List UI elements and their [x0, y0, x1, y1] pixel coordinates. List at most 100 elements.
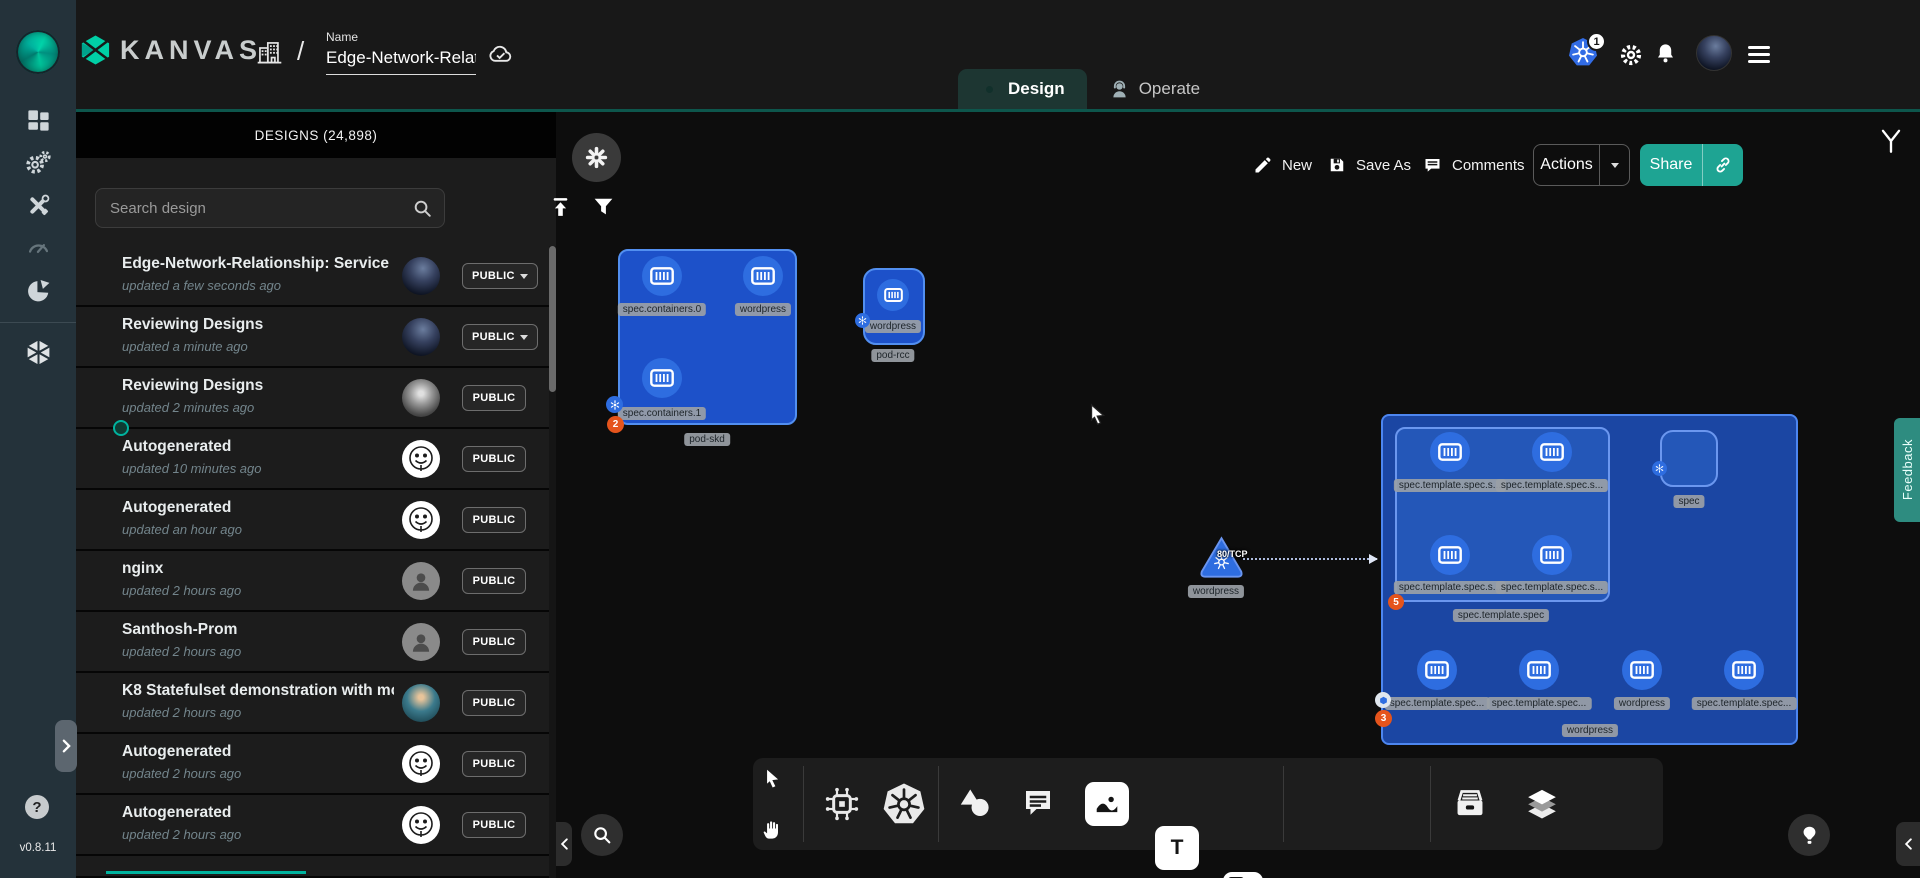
container-node[interactable]	[1430, 535, 1470, 575]
toolbox-icon	[25, 192, 52, 219]
select-tool[interactable]	[760, 766, 786, 792]
nav-dashboard[interactable]	[0, 100, 76, 140]
cloud-sync-icon[interactable]	[487, 41, 514, 65]
container-node[interactable]	[1417, 650, 1457, 690]
design-row-partial[interactable]	[76, 856, 556, 878]
save-as-button[interactable]: Save As	[1327, 145, 1411, 185]
kubernetes-context-switcher[interactable]: 1	[1568, 37, 1614, 73]
design-row[interactable]: nginx updated 2 hours ago PUBLIC	[76, 551, 556, 612]
design-row[interactable]: Reviewing Designs updated a minute ago P…	[76, 307, 556, 368]
visibility-badge[interactable]: PUBLIC	[462, 385, 526, 411]
canvas-menu-button[interactable]	[572, 133, 621, 182]
actions-dropdown-toggle[interactable]	[1599, 145, 1629, 185]
note-tool[interactable]	[1223, 872, 1263, 878]
container-node[interactable]	[1519, 650, 1559, 690]
new-button[interactable]: New	[1253, 145, 1312, 185]
notifications-bell-icon[interactable]	[1653, 41, 1678, 66]
comment-tool[interactable]	[1018, 783, 1058, 823]
container-node[interactable]	[1430, 432, 1470, 472]
design-row[interactable]: Autogenerated updated 2 hours ago PUBLIC	[76, 795, 556, 856]
tab-design[interactable]: Design	[958, 69, 1087, 109]
spec-node[interactable]	[1660, 430, 1718, 487]
design-row[interactable]: Santhosh-Prom updated 2 hours ago PUBLIC	[76, 612, 556, 673]
zoom-button[interactable]	[581, 814, 623, 856]
drawer-tool[interactable]	[1449, 783, 1491, 825]
visibility-badge[interactable]: PUBLIC	[462, 568, 526, 594]
visibility-badge[interactable]: PUBLIC	[462, 446, 526, 472]
image-tool[interactable]	[1085, 782, 1129, 826]
shapes-tool[interactable]	[955, 783, 995, 823]
chevron-down-icon	[520, 335, 528, 340]
import-design-icon[interactable]	[548, 194, 573, 221]
flower-icon	[585, 146, 608, 169]
mouse-cursor	[1086, 402, 1110, 428]
design-title: Santhosh-Prom	[122, 621, 394, 639]
flow-branch-icon[interactable]	[1876, 126, 1906, 156]
search-icon[interactable]	[411, 197, 434, 220]
container-node[interactable]	[1724, 650, 1764, 690]
feedback-tab[interactable]: Feedback	[1894, 418, 1920, 522]
extensions-pie-icon	[24, 277, 52, 305]
layers-tool[interactable]	[1521, 783, 1563, 825]
text-tool[interactable]: T	[1155, 826, 1199, 870]
kubernetes-tool[interactable]	[880, 780, 928, 828]
node-label: wordpress	[1188, 585, 1244, 598]
actions-split-button[interactable]: Actions	[1533, 144, 1630, 186]
resource-badge	[1375, 692, 1391, 708]
node-label: spec.template.spec...	[1385, 697, 1490, 710]
visibility-badge[interactable]: PUBLIC	[462, 507, 526, 533]
comments-button[interactable]: Comments	[1422, 145, 1525, 185]
user-avatar[interactable]	[1696, 35, 1732, 71]
expand-dock-button[interactable]	[1896, 822, 1920, 866]
container-node[interactable]	[642, 256, 682, 296]
design-row[interactable]: Autogenerated updated 10 minutes ago PUB…	[76, 429, 556, 490]
expand-rail-button[interactable]	[55, 720, 77, 772]
design-name-input[interactable]	[326, 47, 476, 75]
container-node[interactable]	[642, 358, 682, 398]
design-search-input[interactable]	[110, 189, 400, 227]
list-scrollbar-thumb[interactable]	[549, 246, 556, 392]
copy-link-button[interactable]	[1702, 144, 1743, 186]
design-row[interactable]: Edge-Network-Relationship: Service updat…	[76, 246, 556, 307]
name-field-label: Name	[326, 30, 476, 44]
toolbar-divider	[938, 766, 939, 842]
visibility-badge[interactable]: PUBLIC	[462, 751, 526, 777]
visibility-select[interactable]: PUBLIC	[462, 324, 538, 350]
visibility-select[interactable]: PUBLIC	[462, 263, 538, 289]
dock-toggle-button[interactable]	[1788, 814, 1830, 856]
nav-performance[interactable]	[0, 226, 76, 266]
layer5-sphere-logo[interactable]	[16, 30, 60, 74]
container-node[interactable]	[1532, 535, 1572, 575]
design-row[interactable]: Autogenerated updated an hour ago PUBLIC	[76, 490, 556, 551]
pod-template-group-node[interactable]	[1395, 427, 1610, 602]
visibility-badge[interactable]: PUBLIC	[462, 690, 526, 716]
help-button[interactable]: ?	[25, 795, 49, 819]
design-row[interactable]: K8 Statefulset demonstration with mo upd…	[76, 673, 556, 734]
error-count-badge[interactable]: 3	[1375, 710, 1392, 727]
nav-configuration[interactable]	[0, 185, 76, 225]
hamburger-menu-icon[interactable]	[1746, 44, 1772, 65]
tab-operate[interactable]: Operate	[1087, 69, 1222, 109]
nav-extensions[interactable]	[0, 271, 76, 311]
chevron-down-icon	[1611, 163, 1619, 168]
design-row[interactable]: Reviewing Designs updated 2 minutes ago …	[76, 368, 556, 429]
nav-lifecycle[interactable]	[0, 143, 76, 183]
container-node[interactable]	[877, 279, 909, 311]
service-edge[interactable]	[1243, 558, 1377, 560]
collapse-panel-button[interactable]	[556, 822, 572, 866]
container-node[interactable]	[743, 256, 783, 296]
components-tool[interactable]	[820, 782, 864, 826]
container-node[interactable]	[1622, 650, 1662, 690]
container-node[interactable]	[1532, 432, 1572, 472]
settings-gear-icon[interactable]	[1618, 42, 1644, 68]
share-split-button[interactable]: Share	[1640, 144, 1743, 186]
visibility-badge[interactable]: PUBLIC	[462, 812, 526, 838]
nav-kanvas[interactable]	[0, 332, 76, 372]
filter-icon[interactable]	[591, 194, 616, 219]
error-count-badge[interactable]: 2	[607, 416, 624, 433]
organization-icon[interactable]	[256, 39, 283, 66]
design-row[interactable]: Autogenerated updated 2 hours ago PUBLIC	[76, 734, 556, 795]
visibility-badge[interactable]: PUBLIC	[462, 629, 526, 655]
error-count-badge[interactable]: 5	[1388, 594, 1404, 610]
pan-tool[interactable]	[760, 816, 786, 842]
